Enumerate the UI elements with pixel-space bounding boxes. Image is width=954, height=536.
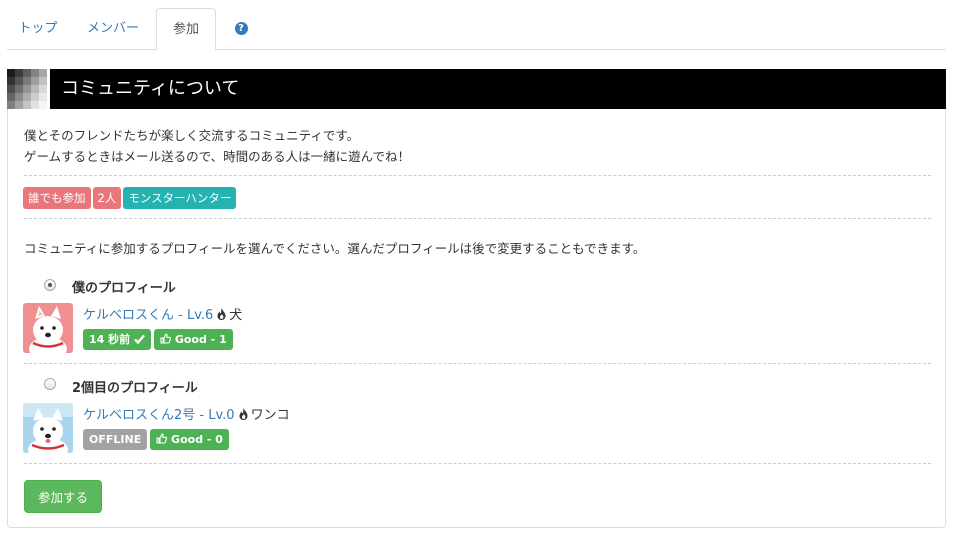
profile-name: 2個目のプロフィール xyxy=(72,381,198,396)
tab-help[interactable]: ? xyxy=(223,8,259,50)
good-badge: Good - 0 xyxy=(150,429,229,450)
tab-join[interactable]: 参加 xyxy=(156,8,216,51)
panel-header: コミュニティについて xyxy=(7,69,946,109)
tab-members[interactable]: メンバー xyxy=(73,8,153,50)
profile-badges: OFFLINE Good - 0 xyxy=(83,429,232,450)
divider xyxy=(24,363,931,364)
dog-avatar-icon xyxy=(23,403,73,453)
character-type: ワンコ xyxy=(250,408,290,423)
check-icon xyxy=(134,334,145,345)
profile-name: 僕のプロフィール xyxy=(72,281,176,296)
description-line: 僕とそのフレンドたちが楽しく交流するコミュニティです。 xyxy=(24,128,360,143)
description-line: ゲームするときはメール送るので、時間のある人は一緒に遊んでね！ xyxy=(24,149,411,164)
help-icon[interactable]: ? xyxy=(234,22,248,35)
thumbs-up-icon xyxy=(160,333,171,344)
tag-list: 誰でも参加 2人 モンスターハンター xyxy=(23,187,238,209)
tag-game: モンスターハンター xyxy=(123,187,237,209)
dog-avatar-icon xyxy=(23,303,73,353)
character-type: 犬 xyxy=(229,308,243,323)
status-badge: 14 秒前 xyxy=(83,329,151,350)
good-badge: Good - 1 xyxy=(153,329,233,350)
avatar xyxy=(23,403,73,453)
mosaic-logo-icon xyxy=(7,69,47,109)
good-count: Good - 0 xyxy=(171,433,223,446)
status-badge: OFFLINE xyxy=(83,429,148,450)
good-count: Good - 1 xyxy=(174,333,227,346)
community-panel: コミュニティについて 僕とそのフレンドたちが楽しく交流するコミュニティです。 ゲ… xyxy=(7,69,946,528)
character-link[interactable]: ケルベロスくん - Lv.6 xyxy=(83,308,213,323)
status-text: 14 秒前 xyxy=(89,333,131,346)
avatar xyxy=(23,303,73,353)
flame-icon xyxy=(238,408,249,424)
profile-instruction: コミュニティに参加するプロフィールを選んでください。選んだプロフィールは後で変更… xyxy=(24,241,646,256)
divider xyxy=(24,175,931,176)
character-link[interactable]: ケルベロスくん2号 - Lv.0 xyxy=(83,408,235,423)
community-description: 僕とそのフレンドたちが楽しく交流するコミュニティです。 ゲームするときはメール送… xyxy=(24,125,410,167)
thumbs-up-icon xyxy=(156,433,168,444)
character-info: ケルベロスくん2号 - Lv.0 ワンコ xyxy=(83,404,290,424)
join-button[interactable]: 参加する xyxy=(24,480,102,513)
profile-radio-1[interactable] xyxy=(44,279,56,291)
tag-open-join: 誰でも参加 xyxy=(23,187,91,209)
flame-icon xyxy=(216,308,227,324)
divider xyxy=(24,218,931,219)
profile-badges: 14 秒前 Good - 1 xyxy=(83,329,236,350)
nav-tabs: トップ メンバー 参加 ? xyxy=(7,8,946,51)
tab-top[interactable]: トップ xyxy=(7,8,69,50)
profile-radio-2[interactable] xyxy=(44,378,56,390)
tag-member-count: 2人 xyxy=(92,187,122,209)
panel-title: コミュニティについて xyxy=(61,78,240,99)
header-divider xyxy=(47,69,50,109)
divider xyxy=(24,463,931,464)
character-info: ケルベロスくん - Lv.6 犬 xyxy=(83,304,242,324)
